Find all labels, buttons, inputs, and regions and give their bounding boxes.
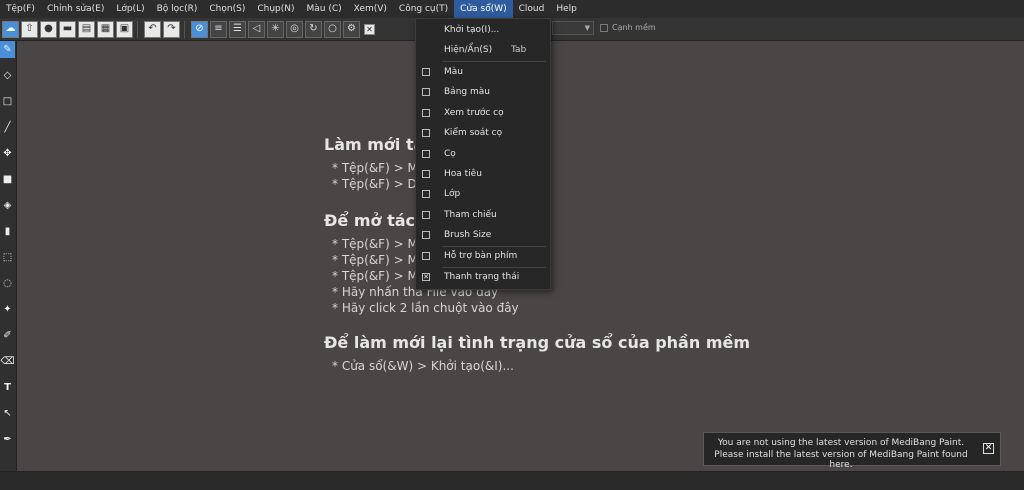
pen-tool-icon[interactable]: ╱: [0, 119, 15, 136]
lasso-tool-icon[interactable]: ◌: [0, 275, 15, 292]
menu-item-brush-control[interactable]: Kiểm soát cọ: [416, 123, 550, 143]
magic-wand-tool-icon[interactable]: ✦: [0, 301, 15, 318]
smooth-edge-label: Cạnh mềm: [612, 23, 656, 32]
brush-tool-icon[interactable]: ✎: [0, 41, 15, 58]
select-rect-tool-icon[interactable]: ⬚: [0, 249, 15, 266]
brush-select[interactable]: ▼: [552, 21, 594, 35]
menu-item-keyboard-support[interactable]: Hỗ trợ bàn phím: [416, 246, 550, 266]
menu-item-brush-size[interactable]: Brush Size: [416, 225, 550, 245]
dot-tool-icon[interactable]: □: [0, 93, 15, 110]
welcome-hint: * Hãy click 2 lần chuột vào đây: [332, 301, 519, 315]
welcome-link[interactable]: * Tệp(&F) > M: [324, 160, 424, 176]
gradient-tool-icon[interactable]: ▮: [0, 223, 15, 240]
toolbar-checkbox[interactable]: ✕: [364, 23, 375, 35]
menu-item-initialize[interactable]: Khởi tạo(I)...: [416, 20, 550, 40]
checkbox[interactable]: [422, 252, 430, 260]
chevron-down-icon: ▼: [584, 24, 590, 32]
parallel-snap-icon[interactable]: ≡: [210, 20, 227, 38]
menu-window[interactable]: Cửa sổ(W): [454, 0, 513, 18]
menu-tools[interactable]: Công cụ(T): [393, 0, 454, 18]
notification-text: You are not using the latest version of …: [717, 438, 965, 448]
welcome-link[interactable]: * Cửa sổ(&W) > Khởi tạo(&I)...: [324, 358, 750, 374]
section-title: Để làm mới lại tình trạng cửa sổ của phầ…: [324, 333, 751, 352]
eyedropper-tool-icon[interactable]: ✒: [0, 431, 15, 448]
welcome-section-reset: Để làm mới lại tình trạng cửa sổ của phầ…: [324, 333, 750, 374]
cloud-icon[interactable]: ☁: [2, 20, 19, 38]
menu-edit[interactable]: Chỉnh sửa(E): [41, 0, 110, 18]
checkbox[interactable]: [422, 150, 430, 158]
menu-item-brush[interactable]: Cọ: [416, 144, 550, 164]
menu-item-navigator[interactable]: Hoa tiêu: [416, 164, 550, 184]
curve-snap-icon[interactable]: ↻: [305, 20, 322, 38]
concentric-snap-icon[interactable]: ◎: [286, 20, 303, 38]
checkbox-checked[interactable]: ✕: [422, 273, 430, 281]
text-tool-icon[interactable]: T: [0, 379, 15, 396]
select-eraser-tool-icon[interactable]: ⌫: [0, 353, 15, 370]
checkbox[interactable]: [422, 68, 430, 76]
horizontal-snap-icon[interactable]: ☰: [229, 20, 246, 38]
menu-bar: Tệp(F) Chỉnh sửa(E) Lớp(L) Bộ lọc(R) Chọ…: [0, 0, 1024, 19]
bucket-tool-icon[interactable]: ◈: [0, 197, 15, 214]
menu-layer[interactable]: Lớp(L): [110, 0, 150, 18]
checkbox[interactable]: [422, 129, 430, 137]
undo-icon[interactable]: ↶: [144, 20, 161, 38]
fill-rect-tool-icon[interactable]: ■: [0, 171, 15, 188]
menu-view[interactable]: Xem(V): [348, 0, 393, 18]
menu-filter[interactable]: Bộ lọc(R): [151, 0, 204, 18]
share-icon[interactable]: ⇧: [21, 20, 38, 38]
section-title: Làm mới tá: [324, 135, 425, 154]
eraser-tool-icon[interactable]: ◇: [0, 67, 15, 84]
snap-off-icon[interactable]: ⊘: [191, 20, 208, 38]
comment-icon[interactable]: ▬: [59, 20, 76, 38]
circle-snap-icon[interactable]: ○: [324, 20, 341, 38]
menu-snap[interactable]: Chụp(N): [251, 0, 300, 18]
select-pen-tool-icon[interactable]: ✐: [0, 327, 15, 344]
menu-item-palette[interactable]: Bảng màu: [416, 82, 550, 102]
redo-icon[interactable]: ↷: [163, 20, 180, 38]
checkbox[interactable]: [422, 109, 430, 117]
notification-text[interactable]: Please install the latest version of Med…: [704, 450, 978, 470]
checkbox[interactable]: [422, 190, 430, 198]
radial-snap-icon[interactable]: ✳: [267, 20, 284, 38]
move-tool-icon[interactable]: ✥: [0, 145, 15, 162]
tool-palette: ✎ ◇ □ ╱ ✥ ■ ◈ ▮ ⬚ ◌ ✦ ✐ ⌫ T ↖ ✒: [0, 41, 17, 471]
grid-icon[interactable]: ▣: [116, 20, 133, 38]
shortcut-label: Tab: [511, 45, 527, 55]
menu-item-color[interactable]: Màu: [416, 62, 550, 82]
update-notification[interactable]: You are not using the latest version of …: [703, 432, 1001, 470]
menu-item-brush-preview[interactable]: Xem trước cọ: [416, 103, 550, 123]
menu-item-show-hide[interactable]: Hiện/Ẩn(S) Tab: [416, 40, 550, 60]
menu-item-layer[interactable]: Lớp: [416, 184, 550, 204]
bottom-bar: [0, 471, 1024, 490]
welcome-section-new: Làm mới tá * Tệp(&F) > M * Tệp(&F) > D: [324, 135, 424, 192]
smooth-edge-option[interactable]: Cạnh mềm: [600, 23, 656, 32]
menu-item-reference[interactable]: Tham chiếu: [416, 205, 550, 225]
menu-file[interactable]: Tệp(F): [0, 0, 41, 18]
menu-cloud[interactable]: Cloud: [513, 0, 551, 18]
checkbox[interactable]: [422, 170, 430, 178]
welcome-link[interactable]: * Tệp(&F) > D: [324, 176, 424, 192]
close-icon[interactable]: ✕: [983, 443, 994, 454]
checkbox[interactable]: [422, 88, 430, 96]
gear-icon[interactable]: ⚙: [343, 20, 360, 38]
smooth-edge-checkbox[interactable]: [600, 23, 608, 32]
menu-item-status-bar[interactable]: ✕ Thanh trạng thái: [416, 267, 550, 287]
speech-bubble-icon[interactable]: ●: [40, 20, 57, 38]
menu-help[interactable]: Help: [550, 0, 583, 18]
toolbar-separator: [137, 20, 138, 38]
operation-tool-icon[interactable]: ↖: [0, 405, 15, 422]
menu-select[interactable]: Chọn(S): [203, 0, 251, 18]
toolbar-separator: [184, 20, 185, 38]
pages-icon[interactable]: ▦: [97, 20, 114, 38]
page-icon[interactable]: ▤: [78, 20, 95, 38]
vanishing-point-icon[interactable]: ◁: [248, 20, 265, 38]
menu-color[interactable]: Màu (C): [301, 0, 348, 18]
window-menu-dropdown: Khởi tạo(I)... Hiện/Ẩn(S) Tab Màu Bảng m…: [415, 18, 551, 290]
checkbox[interactable]: [422, 231, 430, 239]
checkbox[interactable]: [422, 211, 430, 219]
